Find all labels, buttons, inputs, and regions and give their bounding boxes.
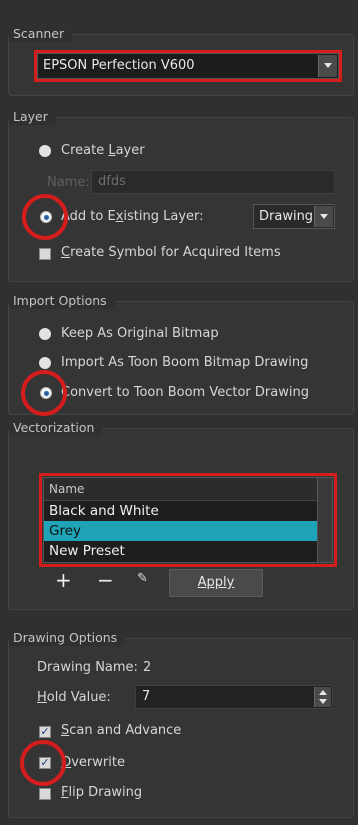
scanner-legend: Scanner	[9, 26, 73, 42]
import-options-group: Import Options Keep As Original Bitmap I…	[8, 293, 354, 416]
create-symbol-checkbox[interactable]	[39, 248, 51, 260]
drawing-options-group: Drawing Options Drawing Name: 2 Hold Val…	[8, 630, 354, 818]
layer-name-value: dfds	[98, 174, 126, 189]
scan-advance-checkbox[interactable]: ✓	[39, 726, 51, 738]
preset-item-grey[interactable]: Grey	[44, 521, 332, 541]
preset-list-scrollbar[interactable]	[317, 478, 332, 562]
apply-button[interactable]: Apply	[169, 569, 263, 597]
chevron-down-icon	[318, 55, 337, 77]
apply-button-label: Apply	[197, 575, 235, 590]
drawing-options-legend: Drawing Options	[9, 630, 126, 646]
scan-advance-label: Scan and Advance	[61, 723, 182, 738]
layer-legend: Layer	[9, 109, 56, 125]
hold-value: 7	[142, 689, 151, 704]
flip-drawing-label: Flip Drawing	[61, 785, 143, 800]
hold-value-field[interactable]: 7	[135, 685, 333, 709]
flip-drawing-checkbox[interactable]	[39, 788, 51, 800]
scanner-device-value: EPSON Perfection V600	[43, 58, 195, 73]
hold-value-label: Hold Value:	[37, 690, 111, 705]
import-toon-bitmap-label: Import As Toon Boom Bitmap Drawing	[61, 355, 309, 370]
drawing-name-label: Drawing Name:	[37, 660, 138, 675]
layer-name-field[interactable]: dfds	[91, 170, 335, 194]
vectorization-legend: Vectorization	[9, 420, 103, 436]
import-options-legend: Import Options	[9, 293, 115, 309]
preset-item-new-preset[interactable]: New Preset	[44, 541, 332, 561]
overwrite-label: Overwrite	[61, 755, 125, 770]
chevron-down-icon	[314, 206, 333, 227]
existing-layer-dropdown[interactable]: Drawing	[253, 204, 335, 229]
add-preset-button[interactable]: +	[55, 568, 72, 592]
layer-group: Layer Create Layer Name: dfds Add to Exi…	[8, 109, 354, 282]
layer-name-label: Name:	[47, 175, 90, 190]
add-existing-layer-label: Add to Existing Layer:	[61, 209, 204, 224]
preset-item-black-and-white[interactable]: Black and White	[44, 501, 332, 521]
hold-value-spinner[interactable]	[314, 687, 331, 707]
scanner-group: Scanner EPSON Perfection V600	[8, 26, 354, 96]
scanner-dropdown[interactable]: EPSON Perfection V600	[37, 53, 339, 79]
convert-vector-radio[interactable]	[40, 387, 52, 399]
convert-vector-label: Convert to Toon Boom Vector Drawing	[61, 385, 309, 400]
rename-preset-icon[interactable]: ✎	[137, 571, 148, 586]
existing-layer-value: Drawing	[259, 209, 314, 224]
drawing-name-value: 2	[143, 660, 152, 675]
add-existing-layer-radio[interactable]	[40, 211, 52, 223]
list-column-header: Name	[44, 478, 332, 501]
vectorization-preset-list[interactable]: Name Black and White Grey New Preset	[43, 477, 333, 563]
create-symbol-label: Create Symbol for Acquired Items	[61, 245, 281, 260]
remove-preset-button[interactable]: −	[97, 568, 114, 592]
vectorization-group: Vectorization Name Black and White Grey …	[8, 420, 354, 610]
keep-original-radio[interactable]	[39, 328, 51, 340]
import-toon-bitmap-radio[interactable]	[39, 357, 51, 369]
keep-original-label: Keep As Original Bitmap	[61, 326, 219, 341]
overwrite-checkbox[interactable]: ✓	[39, 757, 51, 769]
create-layer-label: Create Layer	[61, 143, 145, 158]
create-layer-radio[interactable]	[39, 145, 51, 157]
